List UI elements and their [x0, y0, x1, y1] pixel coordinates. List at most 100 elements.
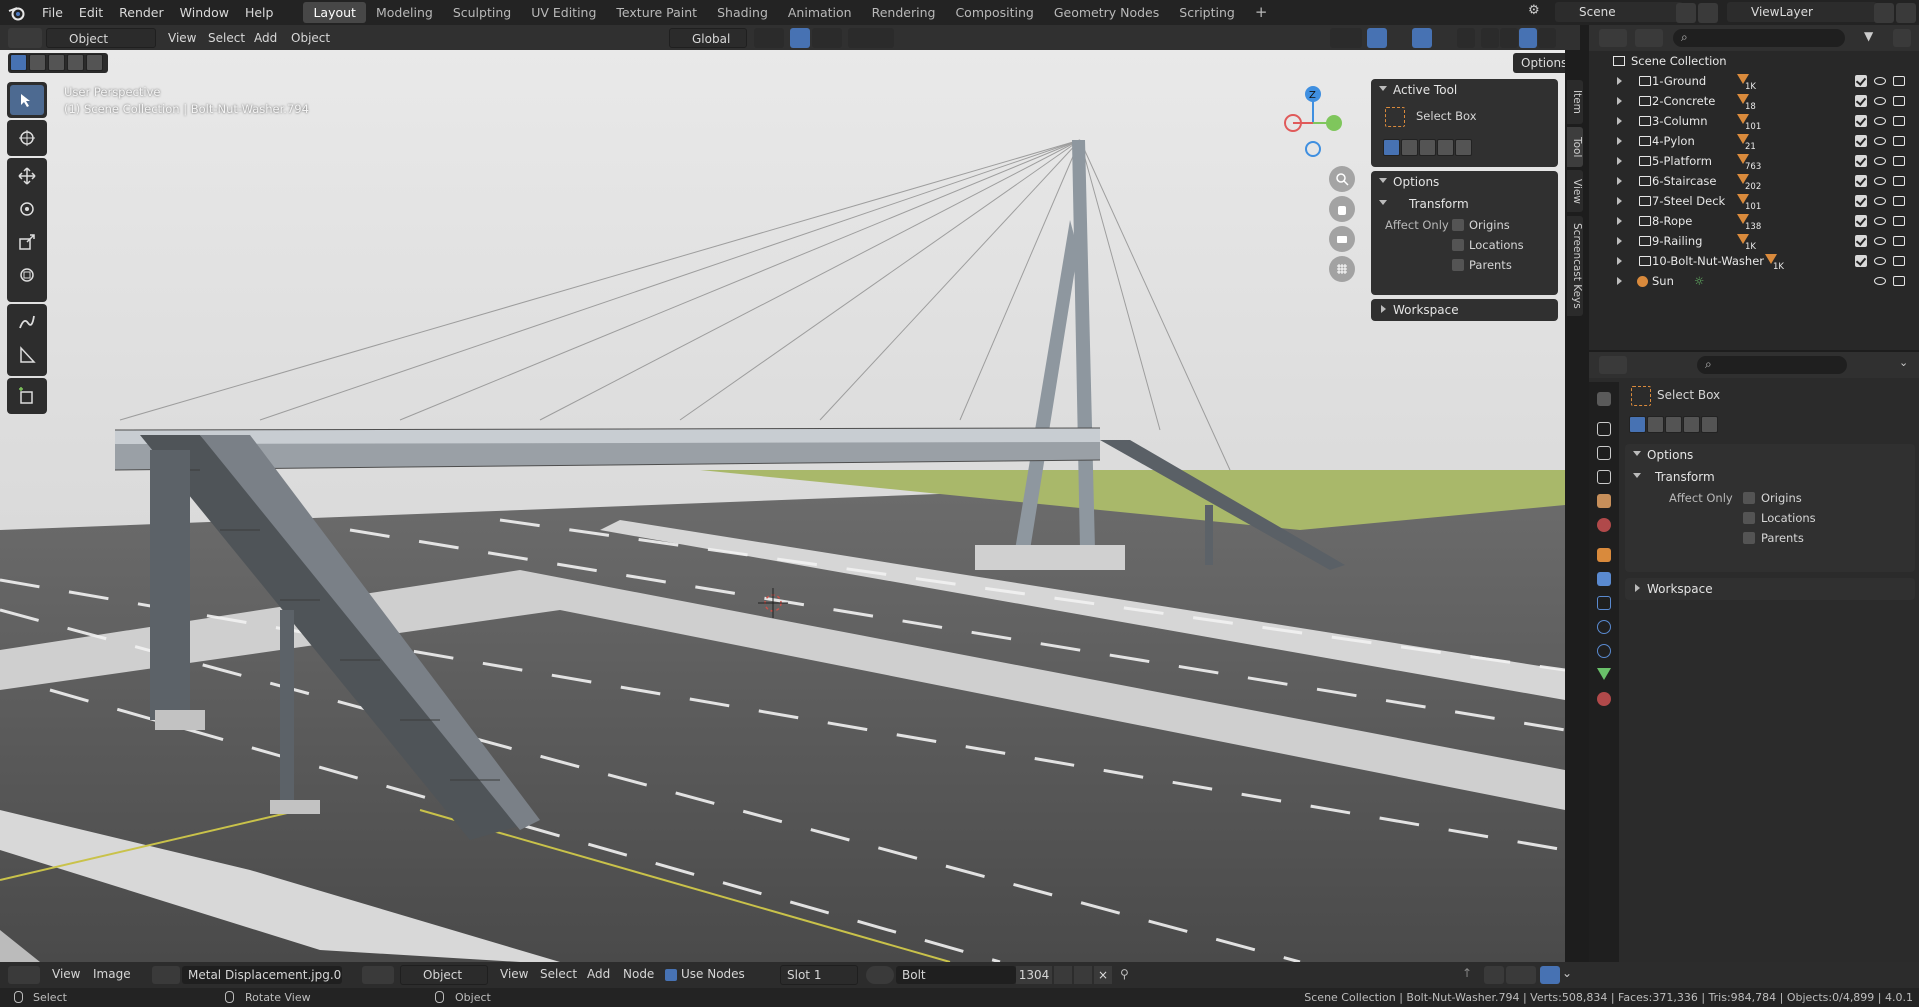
exclude-checkbox[interactable]	[1855, 215, 1867, 227]
props-transform-header[interactable]: Transform	[1625, 466, 1915, 488]
outliner-item[interactable]: 6-Staircase 202	[1589, 171, 1919, 192]
modifier-tab-icon[interactable]	[1597, 572, 1611, 586]
expand-chevron-icon[interactable]	[1617, 157, 1626, 165]
tab-uv-editing[interactable]: UV Editing	[521, 2, 606, 23]
shading-solid-button[interactable]	[1500, 28, 1518, 48]
exclude-checkbox[interactable]	[1855, 175, 1867, 187]
camera-render-icon[interactable]	[1893, 96, 1905, 106]
menu-help[interactable]: Help	[237, 0, 282, 25]
eye-icon[interactable]	[1874, 157, 1886, 165]
snap-node-button[interactable]	[1484, 966, 1504, 984]
camera-render-icon[interactable]	[1893, 116, 1905, 126]
image-name-field[interactable]: Metal Displacement.jpg.006	[182, 966, 342, 984]
exclude-checkbox[interactable]	[1855, 75, 1867, 87]
scale-tool-icon[interactable]	[10, 227, 44, 257]
scene-selector[interactable]: Scene	[1555, 2, 1683, 22]
origins-checkbox[interactable]	[1452, 219, 1464, 231]
blender-logo-icon[interactable]	[0, 0, 34, 25]
tab-sculpting[interactable]: Sculpting	[443, 2, 521, 23]
navigation-gizmo[interactable]: Z	[1276, 80, 1346, 160]
cursor-tool-icon[interactable]	[10, 123, 44, 153]
xray-toggle-button[interactable]	[1457, 28, 1475, 48]
visibility-button[interactable]	[1330, 28, 1362, 48]
camera-render-icon[interactable]	[1893, 196, 1905, 206]
ortho-grid-icon[interactable]	[1329, 256, 1355, 282]
outliner-item[interactable]: 8-Rope 138	[1589, 211, 1919, 232]
eye-icon[interactable]	[1874, 117, 1886, 125]
move-tool-icon[interactable]	[10, 161, 44, 191]
active-tool-header[interactable]: Active Tool	[1371, 79, 1558, 101]
camera-view-icon[interactable]	[1329, 226, 1355, 252]
np-select-mode-invert[interactable]	[1437, 139, 1454, 156]
zoom-icon[interactable]	[1329, 166, 1355, 192]
properties-search-input[interactable]: ⌕	[1697, 356, 1847, 374]
exclude-checkbox[interactable]	[1855, 115, 1867, 127]
filter-icon[interactable]: ▼	[1864, 29, 1888, 47]
camera-render-icon[interactable]	[1893, 236, 1905, 246]
np-select-mode-extend[interactable]	[1401, 139, 1418, 156]
shading-rendered-button[interactable]	[1538, 28, 1556, 48]
menu-select[interactable]: Select	[208, 28, 245, 48]
pivot-point-button[interactable]	[754, 28, 784, 48]
tab-view[interactable]: View	[1567, 170, 1583, 212]
outliner-item[interactable]: 4-Pylon 21	[1589, 131, 1919, 152]
tab-geometry-nodes[interactable]: Geometry Nodes	[1044, 2, 1169, 23]
exclude-checkbox[interactable]	[1855, 255, 1867, 267]
menu-edit[interactable]: Edit	[71, 0, 111, 25]
object-mode-dropdown[interactable]: Object Mode	[46, 28, 156, 66]
tab-item[interactable]: Item	[1567, 80, 1583, 124]
new-collection-button[interactable]	[1893, 29, 1911, 47]
outliner-item[interactable]: Sun ☼	[1589, 271, 1919, 291]
tab-rendering[interactable]: Rendering	[862, 2, 946, 23]
tab-texture-paint[interactable]: Texture Paint	[606, 2, 707, 23]
tab-scripting[interactable]: Scripting	[1169, 2, 1245, 23]
expand-chevron-icon[interactable]	[1617, 237, 1626, 245]
outliner-item[interactable]: 3-Column 101	[1589, 111, 1919, 132]
outliner-item[interactable]: 2-Concrete 18	[1589, 91, 1919, 112]
shader-menu-node[interactable]: Node	[623, 967, 654, 981]
new-scene-button[interactable]	[1676, 3, 1696, 23]
material-users-count[interactable]: 1304	[1016, 966, 1052, 984]
tab-shading[interactable]: Shading	[707, 2, 778, 23]
image-editor-type-button[interactable]	[8, 966, 40, 984]
np-select-mode-subtract[interactable]	[1419, 139, 1436, 156]
expand-chevron-icon[interactable]	[1617, 197, 1626, 205]
image-menu-view[interactable]: View	[52, 967, 80, 981]
outliner-item[interactable]: 9-Railing 1K	[1589, 231, 1919, 252]
tab-compositing[interactable]: Compositing	[945, 2, 1043, 23]
output-tab-icon[interactable]	[1597, 446, 1611, 460]
tab-tool[interactable]: Tool	[1567, 127, 1583, 167]
constraints-tab-icon[interactable]	[1597, 644, 1611, 658]
add-workspace-button[interactable]: +	[1245, 2, 1278, 23]
tab-animation[interactable]: Animation	[778, 2, 862, 23]
overlay-toggle-button[interactable]	[1412, 28, 1432, 48]
exclude-checkbox[interactable]	[1855, 95, 1867, 107]
duplicate-material-icon[interactable]	[1074, 966, 1092, 984]
object-tab-icon[interactable]	[1597, 548, 1611, 562]
transform-subheader[interactable]: Transform	[1371, 193, 1558, 215]
workspace-header[interactable]: Workspace	[1371, 299, 1558, 321]
expand-chevron-icon[interactable]	[1617, 217, 1626, 225]
camera-render-icon[interactable]	[1893, 256, 1905, 266]
node-snap-target-button[interactable]	[1506, 966, 1536, 984]
proportional-edit-button[interactable]	[848, 28, 894, 48]
annotate-tool-icon[interactable]	[10, 307, 44, 337]
properties-options-chevron-icon[interactable]: ⌄	[1899, 356, 1908, 369]
menu-window[interactable]: Window	[172, 0, 237, 25]
menu-object[interactable]: Object	[291, 28, 330, 48]
expand-chevron-icon[interactable]	[1617, 97, 1626, 105]
outliner-item[interactable]: 10-Bolt-Nut-Washer 1K	[1589, 251, 1919, 272]
outliner-item[interactable]: 7-Steel Deck 101	[1589, 191, 1919, 212]
outliner-display-mode-button[interactable]	[1635, 29, 1663, 47]
eye-icon[interactable]	[1874, 277, 1886, 285]
shader-menu-add[interactable]: Add	[587, 967, 610, 981]
eye-icon[interactable]	[1874, 217, 1886, 225]
physics-tab-icon[interactable]	[1597, 620, 1611, 634]
transform-orientation-dropdown[interactable]: Global	[669, 28, 747, 48]
render-tab-icon[interactable]	[1597, 422, 1611, 436]
outliner-item[interactable]: 1-Ground 1K	[1589, 71, 1919, 92]
3d-viewport[interactable]: Options User Perspective (1) Scene Colle…	[0, 50, 1565, 962]
outliner-search-input[interactable]: ⌕	[1673, 29, 1845, 47]
eye-icon[interactable]	[1874, 77, 1886, 85]
image-menu-image[interactable]: Image	[93, 967, 131, 981]
